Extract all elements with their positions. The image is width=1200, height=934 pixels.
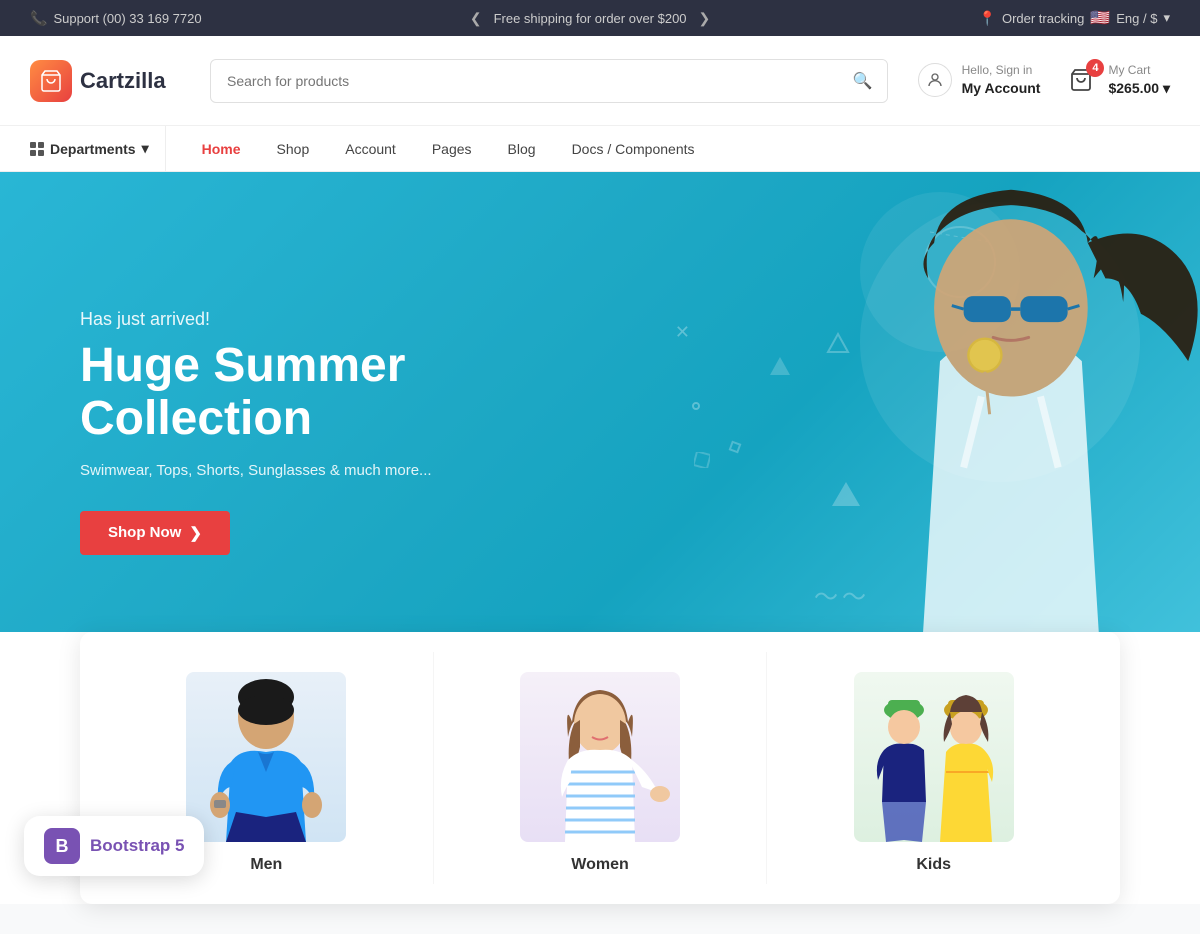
- cart-label: My Cart: [1108, 62, 1170, 79]
- hero-model-area: [680, 172, 1200, 692]
- bootstrap-badge: B Bootstrap 5: [24, 816, 204, 876]
- hero-subtitle: Has just arrived!: [80, 309, 520, 330]
- cart-button[interactable]: 4 My Cart $265.00 ▾: [1064, 62, 1170, 98]
- account-label: My Account: [962, 79, 1041, 99]
- departments-button[interactable]: Departments ▾: [30, 126, 166, 172]
- nav-link-account[interactable]: Account: [329, 126, 412, 172]
- nav-link-shop[interactable]: Shop: [261, 126, 326, 172]
- nav-link-docs[interactable]: Docs / Components: [556, 126, 711, 172]
- shop-now-button[interactable]: Shop Now ❯: [80, 511, 230, 555]
- nav-bar: Departments ▾ Home Shop Account Pages Bl…: [0, 126, 1200, 172]
- category-women[interactable]: Women: [434, 652, 768, 884]
- departments-label: Departments: [50, 141, 136, 157]
- kids-image: [854, 672, 1014, 842]
- flag-icon: 🇺🇸: [1090, 8, 1110, 28]
- shop-now-label: Shop Now: [108, 524, 181, 541]
- hero-content: Has just arrived! Huge Summer Collection…: [0, 309, 600, 555]
- phone-icon: 📞: [30, 10, 47, 27]
- top-right-actions: 📍 Order tracking 🇺🇸 Eng / $ ▾: [979, 8, 1170, 28]
- user-icon: [918, 63, 952, 97]
- women-label: Women: [571, 856, 628, 874]
- language-selector[interactable]: Eng / $: [1116, 11, 1157, 26]
- order-tracking-text: Order tracking: [1002, 11, 1084, 26]
- shipping-next-button[interactable]: ❯: [699, 10, 711, 27]
- header: Cartzilla 🔍 Hello, Sign in My Account: [0, 36, 1200, 126]
- search-input[interactable]: [211, 73, 839, 89]
- logo-text: Cartzilla: [80, 68, 166, 94]
- bootstrap-icon: B: [44, 828, 80, 864]
- grid-icon: [30, 142, 44, 156]
- categories-card: Men: [80, 632, 1120, 904]
- nav-link-blog[interactable]: Blog: [492, 126, 552, 172]
- shop-now-arrow: ❯: [189, 524, 202, 542]
- nav-link-home[interactable]: Home: [186, 126, 257, 172]
- lang-arrow-icon[interactable]: ▾: [1163, 10, 1170, 26]
- account-text-block: Hello, Sign in My Account: [962, 62, 1041, 98]
- main-nav: Home Shop Account Pages Blog Docs / Comp…: [186, 126, 711, 172]
- hero-section: ✕ ～～ Has just arrived! Huge Summer Colle…: [0, 172, 1200, 692]
- category-kids[interactable]: Kids: [767, 652, 1100, 884]
- bootstrap-label: Bootstrap 5: [90, 836, 184, 856]
- tracking-icon: 📍: [979, 10, 996, 27]
- header-actions: Hello, Sign in My Account 4 My Cart $265…: [918, 62, 1170, 98]
- search-icon: 🔍: [853, 73, 873, 90]
- account-button[interactable]: Hello, Sign in My Account: [918, 62, 1041, 98]
- cart-dropdown-arrow: ▾: [1163, 80, 1170, 96]
- cart-icon-wrap: 4: [1064, 63, 1098, 97]
- cart-text-block: My Cart $265.00 ▾: [1108, 62, 1170, 98]
- shipping-prev-button[interactable]: ❮: [470, 10, 482, 27]
- cart-badge: 4: [1086, 59, 1104, 77]
- hero-title: Huge Summer Collection: [80, 340, 520, 446]
- departments-arrow-icon: ▾: [142, 140, 149, 157]
- top-bar: 📞 Support (00) 33 169 7720 ❮ Free shippi…: [0, 0, 1200, 36]
- categories-bg: Men: [0, 632, 1200, 934]
- men-image: [186, 672, 346, 842]
- shipping-banner: ❮ Free shipping for order over $200 ❯: [470, 10, 710, 27]
- women-image: [520, 672, 680, 842]
- cart-price: $265.00 ▾: [1108, 79, 1170, 99]
- shipping-text: Free shipping for order over $200: [494, 11, 687, 26]
- hero-description: Swimwear, Tops, Shorts, Sunglasses & muc…: [80, 462, 520, 479]
- account-hello-text: Hello, Sign in: [962, 62, 1041, 79]
- kids-label: Kids: [916, 856, 951, 874]
- search-button[interactable]: 🔍: [839, 59, 887, 103]
- support-text: Support (00) 33 169 7720: [53, 11, 201, 26]
- support-section: 📞 Support (00) 33 169 7720: [30, 10, 202, 27]
- logo-link[interactable]: Cartzilla: [30, 60, 190, 102]
- nav-link-pages[interactable]: Pages: [416, 126, 488, 172]
- search-bar: 🔍: [210, 59, 888, 103]
- logo-icon: [30, 60, 72, 102]
- men-label: Men: [250, 856, 282, 874]
